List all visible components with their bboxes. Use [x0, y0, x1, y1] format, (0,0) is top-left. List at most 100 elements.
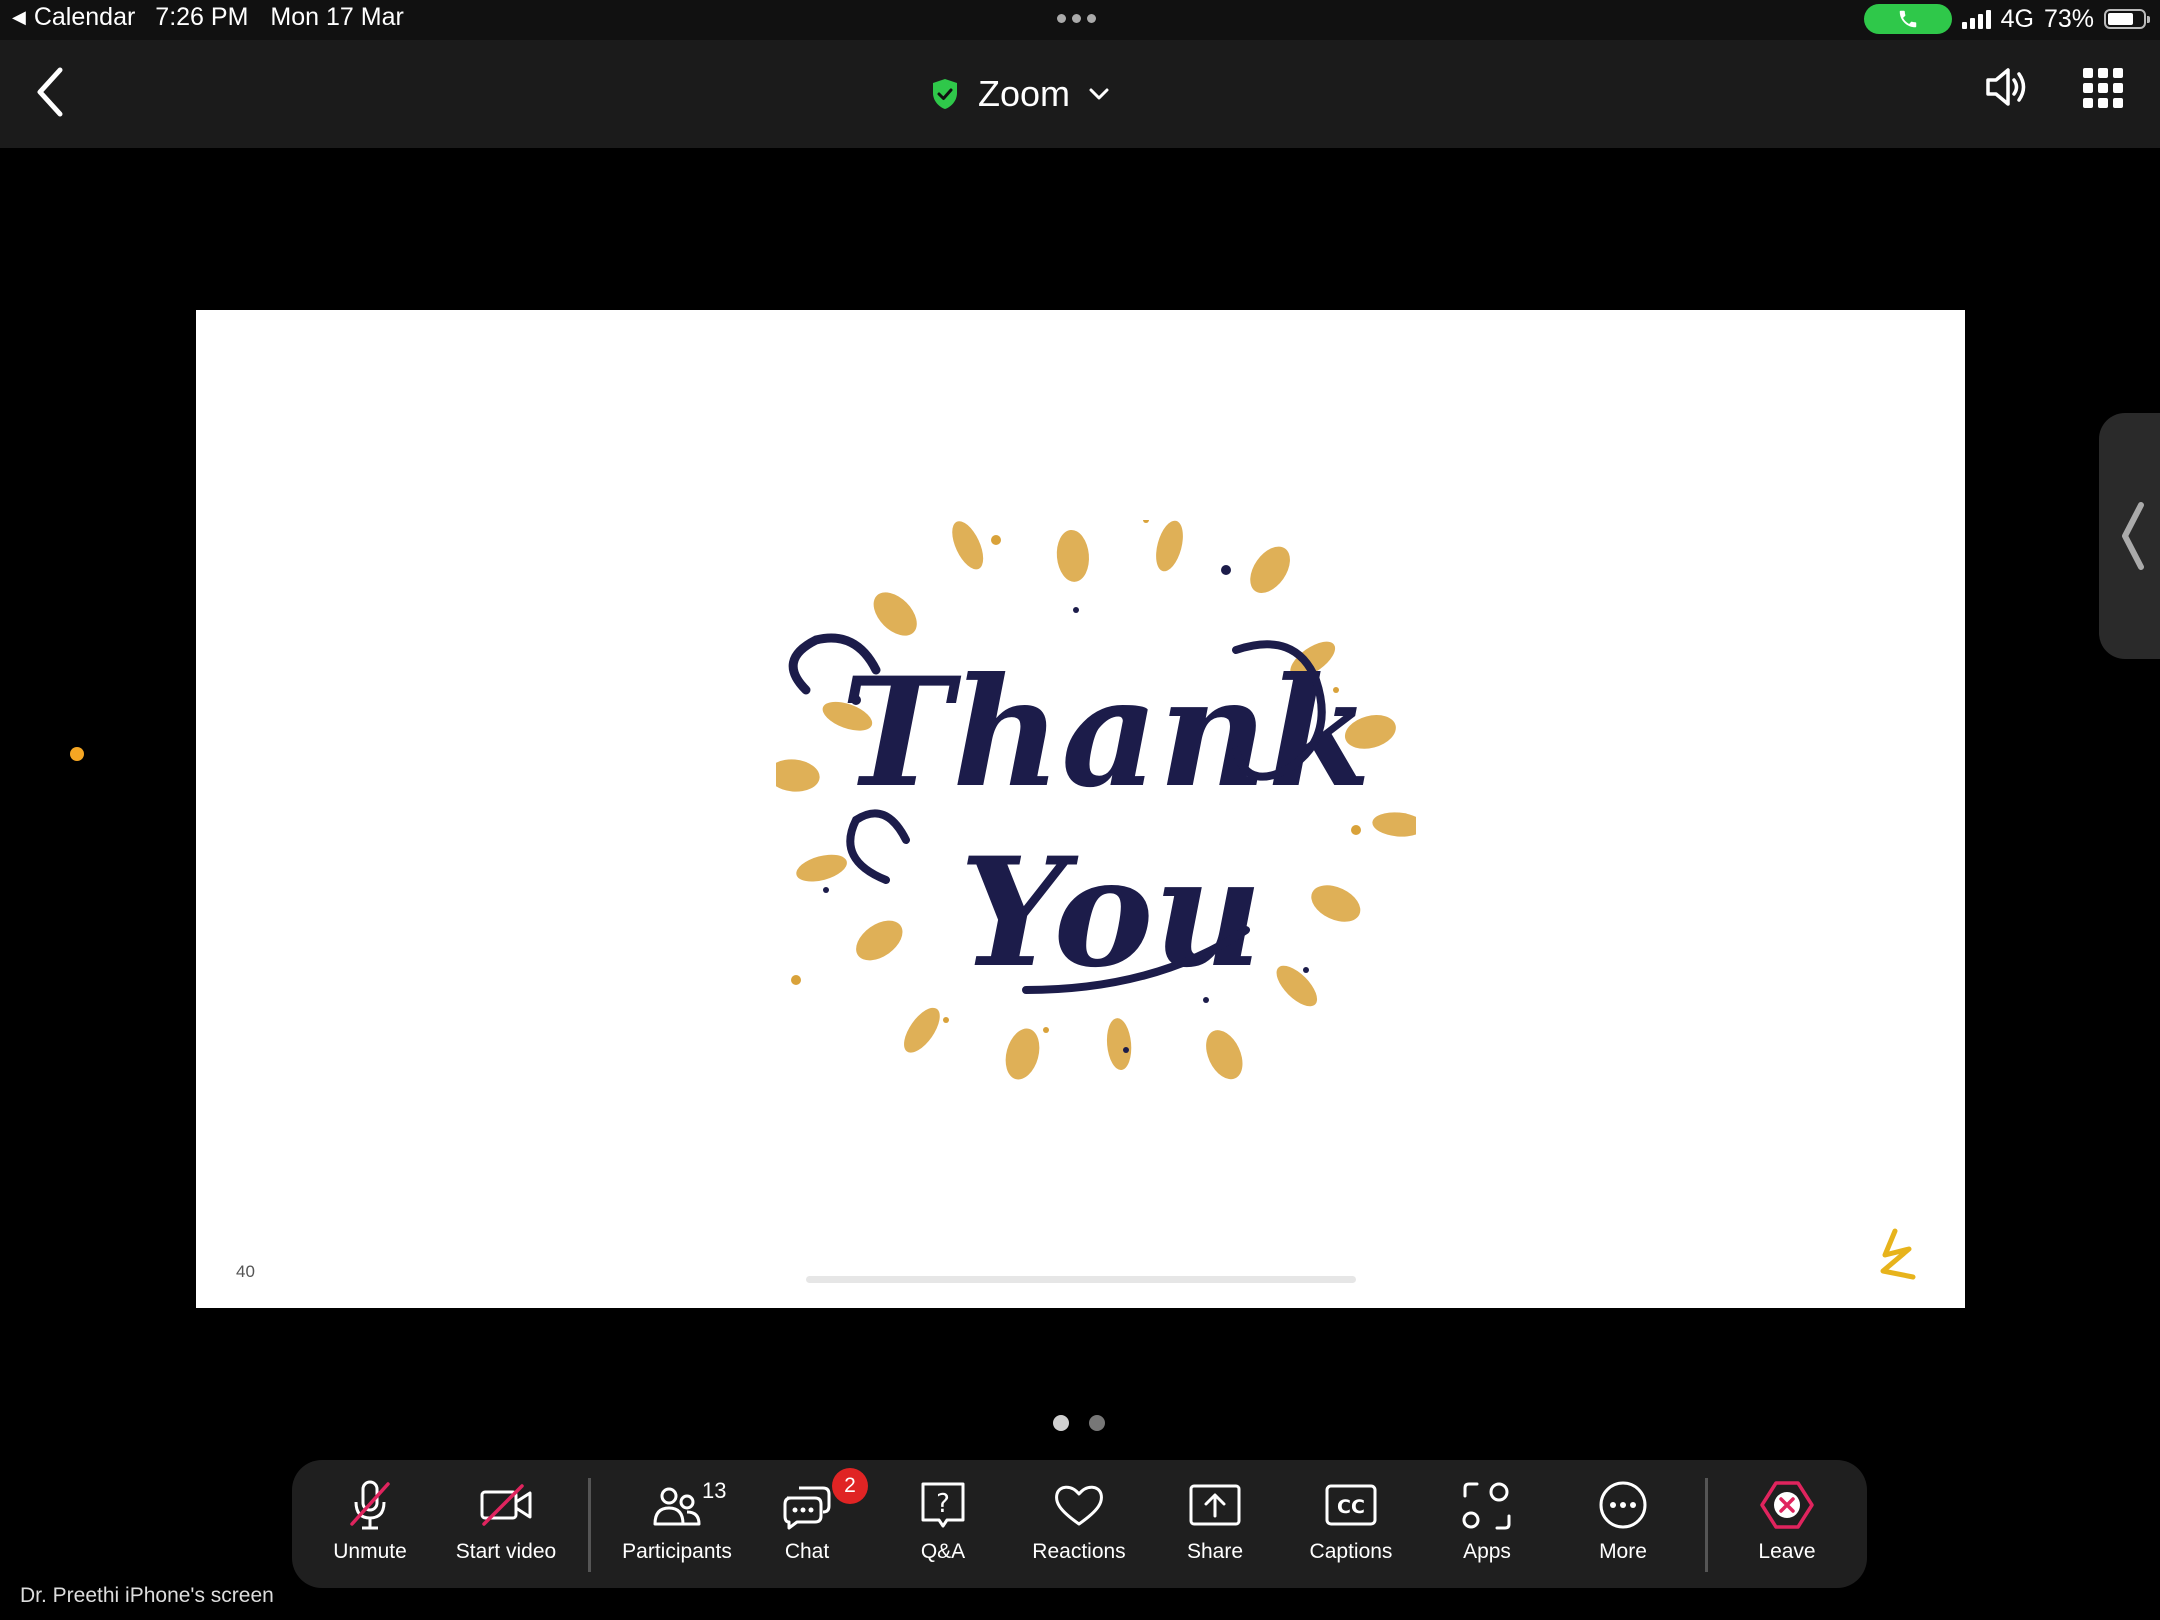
- leave-button[interactable]: Leave: [1719, 1478, 1855, 1578]
- decorative-sparkle: [1123, 1047, 1129, 1053]
- heart-icon: [1055, 1485, 1103, 1526]
- side-panel-tab[interactable]: [2099, 413, 2160, 659]
- unmute-label: Unmute: [333, 1540, 407, 1563]
- slide-page-number: 40: [236, 1262, 255, 1281]
- gallery-view-button[interactable]: [2083, 68, 2123, 108]
- chat-label: Chat: [784, 1540, 830, 1563]
- reactions-button[interactable]: Reactions: [1011, 1478, 1147, 1578]
- decorative-petal: [1005, 1028, 1040, 1080]
- start-video-button[interactable]: Start video: [438, 1478, 574, 1578]
- decorative-petal: [856, 920, 903, 961]
- thank-you-illustration: Thank You: [776, 520, 1416, 1080]
- decorative-petal: [1156, 520, 1183, 572]
- reactions-label: Reactions: [1032, 1540, 1126, 1563]
- captions-button[interactable]: CC Captions: [1283, 1478, 1419, 1578]
- meeting-title-button[interactable]: Zoom: [930, 66, 1110, 122]
- recording-indicator-dot: [70, 747, 84, 761]
- participants-icon: [653, 1487, 701, 1526]
- speaker-button[interactable]: [1982, 62, 2030, 112]
- microphone-muted-icon: [350, 1480, 390, 1530]
- shield-check-icon: [933, 79, 957, 109]
- share-upload-icon: [1189, 1484, 1241, 1526]
- back-button[interactable]: [30, 62, 70, 122]
- decorative-sparkle: [1043, 1027, 1049, 1033]
- slide-scroll-indicator: [806, 1276, 1356, 1283]
- battery-icon: [2104, 9, 2150, 29]
- back-to-app-icon[interactable]: ◀: [12, 7, 26, 28]
- page-dot[interactable]: [1053, 1415, 1069, 1431]
- decorative-petal: [1311, 885, 1361, 922]
- decorative-petal: [904, 1007, 940, 1053]
- slide-headline-you: You: [959, 825, 1262, 1001]
- more-label: More: [1599, 1540, 1647, 1563]
- chevron-down-icon: [1089, 88, 1109, 100]
- svg-text:CC: CC: [1337, 1496, 1365, 1518]
- signal-icon: [1961, 9, 1991, 29]
- decorative-petal: [776, 759, 820, 792]
- unmute-button[interactable]: Unmute: [302, 1478, 438, 1578]
- video-camera-off-icon: [480, 1484, 532, 1526]
- svg-text:?: ?: [936, 1489, 950, 1519]
- multitask-dots-icon[interactable]: [1057, 14, 1096, 23]
- decorative-sparkle: [1351, 825, 1361, 835]
- decorative-petal: [1372, 812, 1416, 837]
- decorative-petal: [796, 854, 847, 882]
- closed-captions-icon: CC: [1325, 1484, 1377, 1526]
- leave-meeting-icon: [1760, 1481, 1814, 1529]
- back-app-label[interactable]: Calendar: [34, 3, 135, 32]
- decorative-sparkle: [991, 535, 1001, 545]
- slide-headline-thank: Thank: [841, 645, 1372, 821]
- decorative-petal: [1206, 1030, 1243, 1080]
- chevron-left-icon: [2122, 502, 2144, 570]
- status-left[interactable]: ◀ Calendar 7:26 PM Mon 17 Mar: [12, 3, 404, 32]
- meeting-toolbar: Unmute Start video Participants 13 Chat …: [292, 1460, 1867, 1588]
- status-bar: ◀ Calendar 7:26 PM Mon 17 Mar 4G 73%: [0, 0, 2160, 40]
- shared-screen-slide: Thank You 40: [196, 310, 1965, 1308]
- participants-button[interactable]: Participants: [602, 1478, 752, 1578]
- status-time: 7:26 PM: [155, 3, 249, 31]
- page-dot[interactable]: [1089, 1415, 1105, 1431]
- participants-count: 13: [702, 1478, 727, 1503]
- toolbar-divider: [588, 1478, 591, 1572]
- decorative-petal: [1106, 1018, 1132, 1071]
- chat-unread-badge: 2: [832, 1468, 868, 1504]
- status-right: 4G 73%: [1863, 4, 2150, 34]
- company-logo-icon: [1880, 1228, 1916, 1280]
- more-button[interactable]: More: [1555, 1478, 1691, 1578]
- status-date: Mon 17 Mar: [270, 3, 404, 31]
- qa-button[interactable]: ? Q&A: [875, 1478, 1011, 1578]
- phone-icon: [1899, 10, 1916, 28]
- chevron-left-icon: [37, 67, 63, 117]
- meeting-header: Zoom: [0, 40, 2160, 148]
- network-label: 4G: [2000, 4, 2034, 33]
- more-options-icon: [1599, 1481, 1647, 1529]
- decorative-sparkle: [1221, 565, 1231, 575]
- page-indicator[interactable]: [1053, 1415, 1105, 1431]
- decorative-petal: [1250, 546, 1290, 593]
- chat-icon: [783, 1486, 831, 1530]
- screen-share-owner-label: Dr. Preethi iPhone's screen: [20, 1584, 274, 1607]
- start-video-label: Start video: [455, 1540, 557, 1563]
- leave-label: Leave: [1758, 1540, 1816, 1563]
- apps-icon: [1462, 1482, 1511, 1530]
- share-label: Share: [1186, 1540, 1244, 1563]
- speaker-icon: [1986, 68, 2026, 106]
- decorative-sparkle: [1143, 520, 1149, 523]
- decorative-sparkle: [1303, 967, 1309, 973]
- decorative-petal: [1056, 529, 1089, 582]
- decorative-sparkle: [823, 887, 829, 893]
- decorative-sparkle: [791, 975, 801, 985]
- qa-label: Q&A: [920, 1540, 966, 1563]
- decorative-sparkle: [1073, 607, 1079, 613]
- toolbar-divider: [1705, 1478, 1708, 1572]
- question-answer-icon: ?: [921, 1482, 965, 1528]
- participants-label: Participants: [622, 1540, 732, 1563]
- apps-button[interactable]: Apps: [1419, 1478, 1555, 1578]
- captions-label: Captions: [1309, 1540, 1393, 1563]
- decorative-petal: [873, 592, 917, 636]
- share-button[interactable]: Share: [1147, 1478, 1283, 1578]
- decorative-petal: [952, 521, 984, 570]
- apps-label: Apps: [1463, 1540, 1511, 1563]
- decorative-petal: [1276, 965, 1318, 1007]
- active-call-pill[interactable]: [1863, 4, 1952, 34]
